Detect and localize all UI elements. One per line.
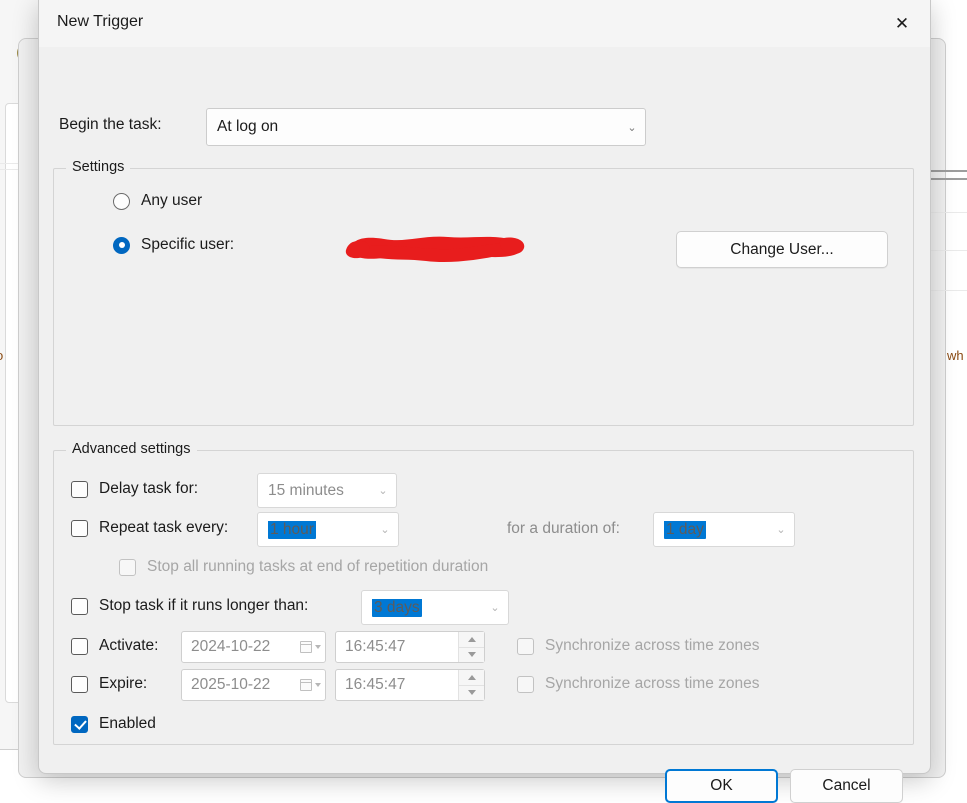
begin-task-label: Begin the task:: [59, 116, 162, 134]
cancel-button-label: Cancel: [822, 777, 870, 795]
stepper-up-icon[interactable]: [459, 670, 484, 686]
checkbox-expire-sync-indicator: [517, 676, 534, 693]
stepper-down-icon[interactable]: [459, 648, 484, 663]
dialog-title: New Trigger: [57, 13, 143, 31]
new-trigger-dialog: New Trigger ✕ Begin the task: At log on …: [38, 0, 931, 774]
checkbox-stop-if-longer[interactable]: Stop task if it runs longer than:: [71, 597, 308, 615]
chevron-down-icon: ⌄: [619, 121, 645, 134]
activate-date-value: 2024-10-22: [182, 638, 295, 656]
expire-date-field[interactable]: 2025-10-22: [181, 669, 326, 701]
radio-any-user-label: Any user: [141, 192, 202, 210]
expire-date-value: 2025-10-22: [182, 676, 295, 694]
expire-time-field[interactable]: 16:45:47: [335, 669, 485, 701]
checkbox-stop-if-longer-label: Stop task if it runs longer than:: [99, 597, 308, 615]
radio-specific-user[interactable]: Specific user:: [113, 236, 234, 254]
checkbox-delay-task-label: Delay task for:: [99, 480, 198, 498]
change-user-button[interactable]: Change User...: [676, 231, 888, 268]
radio-any-user[interactable]: Any user: [113, 192, 202, 210]
ok-button[interactable]: OK: [665, 769, 778, 803]
background-partial-text: wh: [947, 348, 964, 363]
stepper-up-icon[interactable]: [459, 632, 484, 648]
checkbox-enabled[interactable]: Enabled: [71, 715, 156, 733]
radio-any-user-indicator: [113, 193, 130, 210]
duration-select[interactable]: 1 day ⌄: [653, 512, 795, 547]
duration-value-wrap: 1 day: [654, 521, 768, 539]
checkbox-stop-all-running-label: Stop all running tasks at end of repetit…: [147, 558, 488, 576]
checkbox-expire-sync-label: Synchronize across time zones: [545, 675, 760, 693]
stop-if-longer-select[interactable]: 3 days ⌄: [361, 590, 509, 625]
checkbox-activate-indicator: [71, 638, 88, 655]
expire-time-value: 16:45:47: [336, 676, 458, 694]
expire-time-stepper[interactable]: [458, 670, 484, 700]
redacted-username: [344, 228, 526, 270]
repeat-task-value: 1 hour: [268, 521, 316, 539]
checkbox-repeat-task-label: Repeat task every:: [99, 519, 228, 537]
begin-task-value: At log on: [207, 118, 619, 136]
checkbox-repeat-task[interactable]: Repeat task every:: [71, 519, 228, 537]
chevron-down-icon: ⌄: [372, 523, 398, 536]
radio-specific-user-indicator: [113, 237, 130, 254]
duration-value: 1 day: [664, 521, 706, 539]
chevron-down-icon: ⌄: [768, 523, 794, 536]
checkbox-activate-sync[interactable]: Synchronize across time zones: [517, 637, 760, 655]
background-partial-text-left: o: [0, 348, 3, 363]
calendar-icon[interactable]: [295, 670, 325, 700]
stop-if-longer-value-wrap: 3 days: [362, 599, 482, 617]
checkbox-expire-sync[interactable]: Synchronize across time zones: [517, 675, 760, 693]
checkbox-activate-sync-label: Synchronize across time zones: [545, 637, 760, 655]
checkbox-stop-all-running-indicator: [119, 559, 136, 576]
checkbox-expire-indicator: [71, 676, 88, 693]
checkbox-repeat-task-indicator: [71, 520, 88, 537]
chevron-down-icon: ⌄: [370, 484, 396, 497]
calendar-icon[interactable]: [295, 632, 325, 662]
checkbox-activate-label: Activate:: [99, 637, 158, 655]
radio-specific-user-label: Specific user:: [141, 236, 234, 254]
checkbox-stop-all-running[interactable]: Stop all running tasks at end of repetit…: [119, 558, 488, 576]
checkbox-enabled-label: Enabled: [99, 715, 156, 733]
duration-label: for a duration of:: [507, 520, 620, 538]
checkbox-activate-sync-indicator: [517, 638, 534, 655]
delay-task-select[interactable]: 15 minutes ⌄: [257, 473, 397, 508]
close-icon[interactable]: ✕: [874, 0, 930, 47]
dialog-titlebar: New Trigger ✕: [39, 0, 930, 48]
checkbox-enabled-indicator: [71, 716, 88, 733]
checkbox-expire-label: Expire:: [99, 675, 147, 693]
advanced-settings-legend: Advanced settings: [66, 441, 197, 457]
change-user-button-label: Change User...: [730, 241, 833, 259]
stop-if-longer-value: 3 days: [372, 599, 422, 617]
activate-time-stepper[interactable]: [458, 632, 484, 662]
checkbox-delay-task-indicator: [71, 481, 88, 498]
chevron-down-icon: ⌄: [482, 601, 508, 614]
checkbox-stop-if-longer-indicator: [71, 598, 88, 615]
checkbox-activate[interactable]: Activate:: [71, 637, 158, 655]
ok-button-label: OK: [710, 777, 732, 795]
activate-date-field[interactable]: 2024-10-22: [181, 631, 326, 663]
begin-task-select[interactable]: At log on ⌄: [206, 108, 646, 146]
repeat-task-select[interactable]: 1 hour ⌄: [257, 512, 399, 547]
settings-legend: Settings: [66, 159, 130, 175]
begin-task-row: Begin the task: At log on ⌄: [59, 108, 912, 146]
delay-task-value: 15 minutes: [258, 482, 370, 500]
repeat-task-value-wrap: 1 hour: [258, 521, 372, 539]
activate-time-value: 16:45:47: [336, 638, 458, 656]
cancel-button[interactable]: Cancel: [790, 769, 903, 803]
checkbox-delay-task[interactable]: Delay task for:: [71, 480, 198, 498]
activate-time-field[interactable]: 16:45:47: [335, 631, 485, 663]
stepper-down-icon[interactable]: [459, 686, 484, 701]
checkbox-expire[interactable]: Expire:: [71, 675, 147, 693]
